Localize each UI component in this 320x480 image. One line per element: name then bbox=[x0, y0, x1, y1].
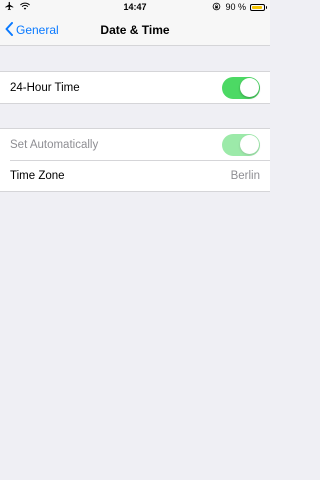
status-bar: 14:47 90 % bbox=[0, 0, 270, 14]
status-right: 90 % bbox=[212, 0, 267, 14]
hour24-toggle[interactable] bbox=[222, 76, 260, 99]
hour24-label: 24-Hour Time bbox=[10, 81, 80, 94]
hour24-group: 24-Hour Time bbox=[0, 71, 270, 104]
time-zone-label: Time Zone bbox=[10, 169, 65, 182]
time-zone-row[interactable]: Time Zone Berlin bbox=[0, 160, 270, 191]
set-automatically-label: Set Automatically bbox=[10, 138, 99, 151]
toggle-knob bbox=[239, 135, 259, 154]
battery-level bbox=[252, 5, 262, 9]
battery-icon bbox=[250, 3, 267, 11]
navigation-bar: General Date & Time bbox=[0, 14, 270, 46]
toggle-knob bbox=[239, 78, 259, 97]
battery-percent: 90 % bbox=[225, 2, 246, 12]
timezone-group: Set Automatically Time Zone Berlin bbox=[0, 128, 270, 192]
time-zone-value: Berlin bbox=[230, 169, 260, 182]
set-automatically-row: Set Automatically bbox=[0, 129, 270, 160]
hour24-row: 24-Hour Time bbox=[0, 72, 270, 103]
set-automatically-toggle bbox=[222, 133, 260, 156]
page-title: Date & Time bbox=[100, 23, 170, 37]
orientation-lock-icon bbox=[212, 2, 221, 13]
